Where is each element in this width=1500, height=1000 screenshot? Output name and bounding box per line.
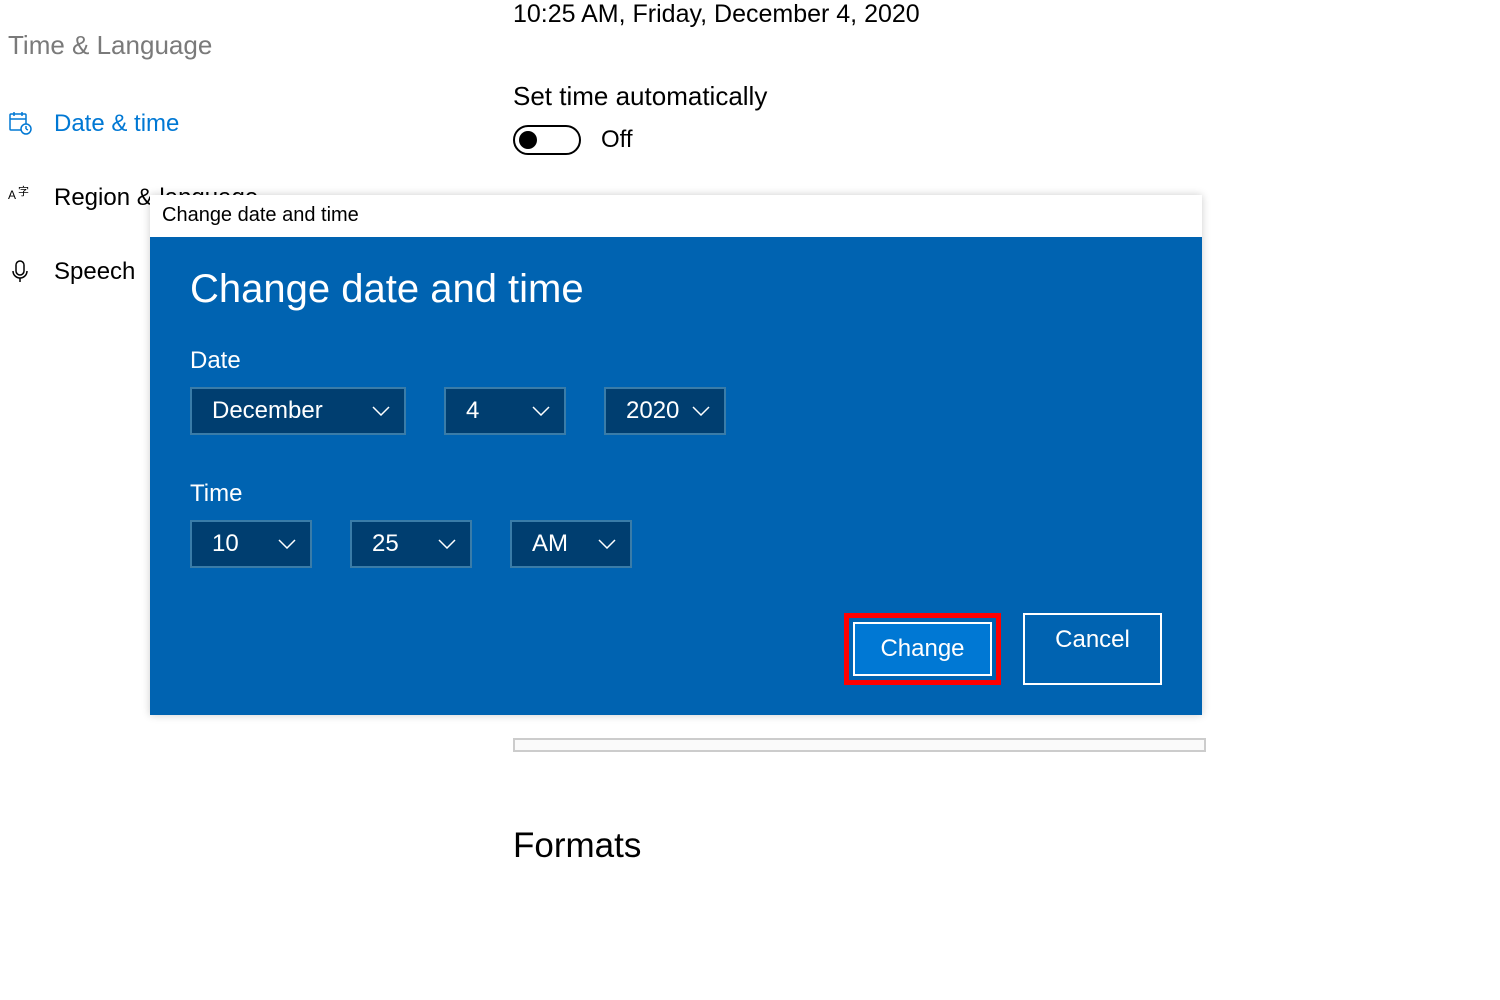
annotation-highlight: Change — [844, 613, 1001, 685]
change-button[interactable]: Change — [853, 622, 992, 676]
time-dropdown-row: 10 25 AM — [190, 520, 1162, 568]
chevron-down-icon — [532, 406, 550, 416]
minute-dropdown[interactable]: 25 — [350, 520, 472, 568]
set-time-auto-toggle[interactable] — [513, 125, 581, 155]
date-field-label: Date — [190, 347, 1162, 375]
chevron-down-icon — [438, 539, 456, 549]
dialog-heading: Change date and time — [190, 267, 1162, 312]
year-dropdown[interactable]: 2020 — [604, 387, 726, 435]
microphone-icon — [8, 259, 32, 283]
chevron-down-icon — [278, 539, 296, 549]
hour-dropdown[interactable]: 10 — [190, 520, 312, 568]
date-dropdown-row: December 4 2020 — [190, 387, 1162, 435]
dialog-button-row: Change Cancel — [190, 613, 1162, 685]
time-field-label: Time — [190, 480, 1162, 508]
toggle-state-text: Off — [601, 126, 633, 154]
day-value: 4 — [466, 397, 479, 425]
toggle-knob — [519, 131, 537, 149]
background-field-remnant — [513, 738, 1206, 752]
minute-value: 25 — [372, 530, 399, 558]
cancel-button[interactable]: Cancel — [1023, 613, 1162, 685]
month-value: December — [212, 397, 323, 425]
chevron-down-icon — [692, 406, 710, 416]
svg-text:A: A — [8, 188, 16, 202]
dialog-body: Change date and time Date December 4 202… — [150, 237, 1202, 715]
sidebar-item-date-time[interactable]: Date & time — [8, 93, 258, 153]
sidebar-item-label: Speech — [54, 258, 135, 286]
set-time-auto-label: Set time automatically — [513, 81, 920, 112]
dialog-titlebar[interactable]: Change date and time — [150, 195, 1202, 237]
formats-heading: Formats — [513, 826, 641, 866]
chevron-down-icon — [598, 539, 616, 549]
current-datetime-text: 10:25 AM, Friday, December 4, 2020 — [513, 0, 920, 29]
sidebar-item-label: Date & time — [54, 110, 179, 138]
chevron-down-icon — [372, 406, 390, 416]
year-value: 2020 — [626, 397, 679, 425]
svg-text:字: 字 — [18, 185, 29, 198]
calendar-clock-icon — [8, 111, 32, 135]
language-icon: A 字 — [8, 185, 32, 209]
ampm-value: AM — [532, 530, 568, 558]
ampm-dropdown[interactable]: AM — [510, 520, 632, 568]
settings-category-label: Time & Language — [8, 30, 212, 61]
month-dropdown[interactable]: December — [190, 387, 406, 435]
day-dropdown[interactable]: 4 — [444, 387, 566, 435]
change-date-time-dialog: Change date and time Change date and tim… — [150, 195, 1202, 715]
hour-value: 10 — [212, 530, 239, 558]
